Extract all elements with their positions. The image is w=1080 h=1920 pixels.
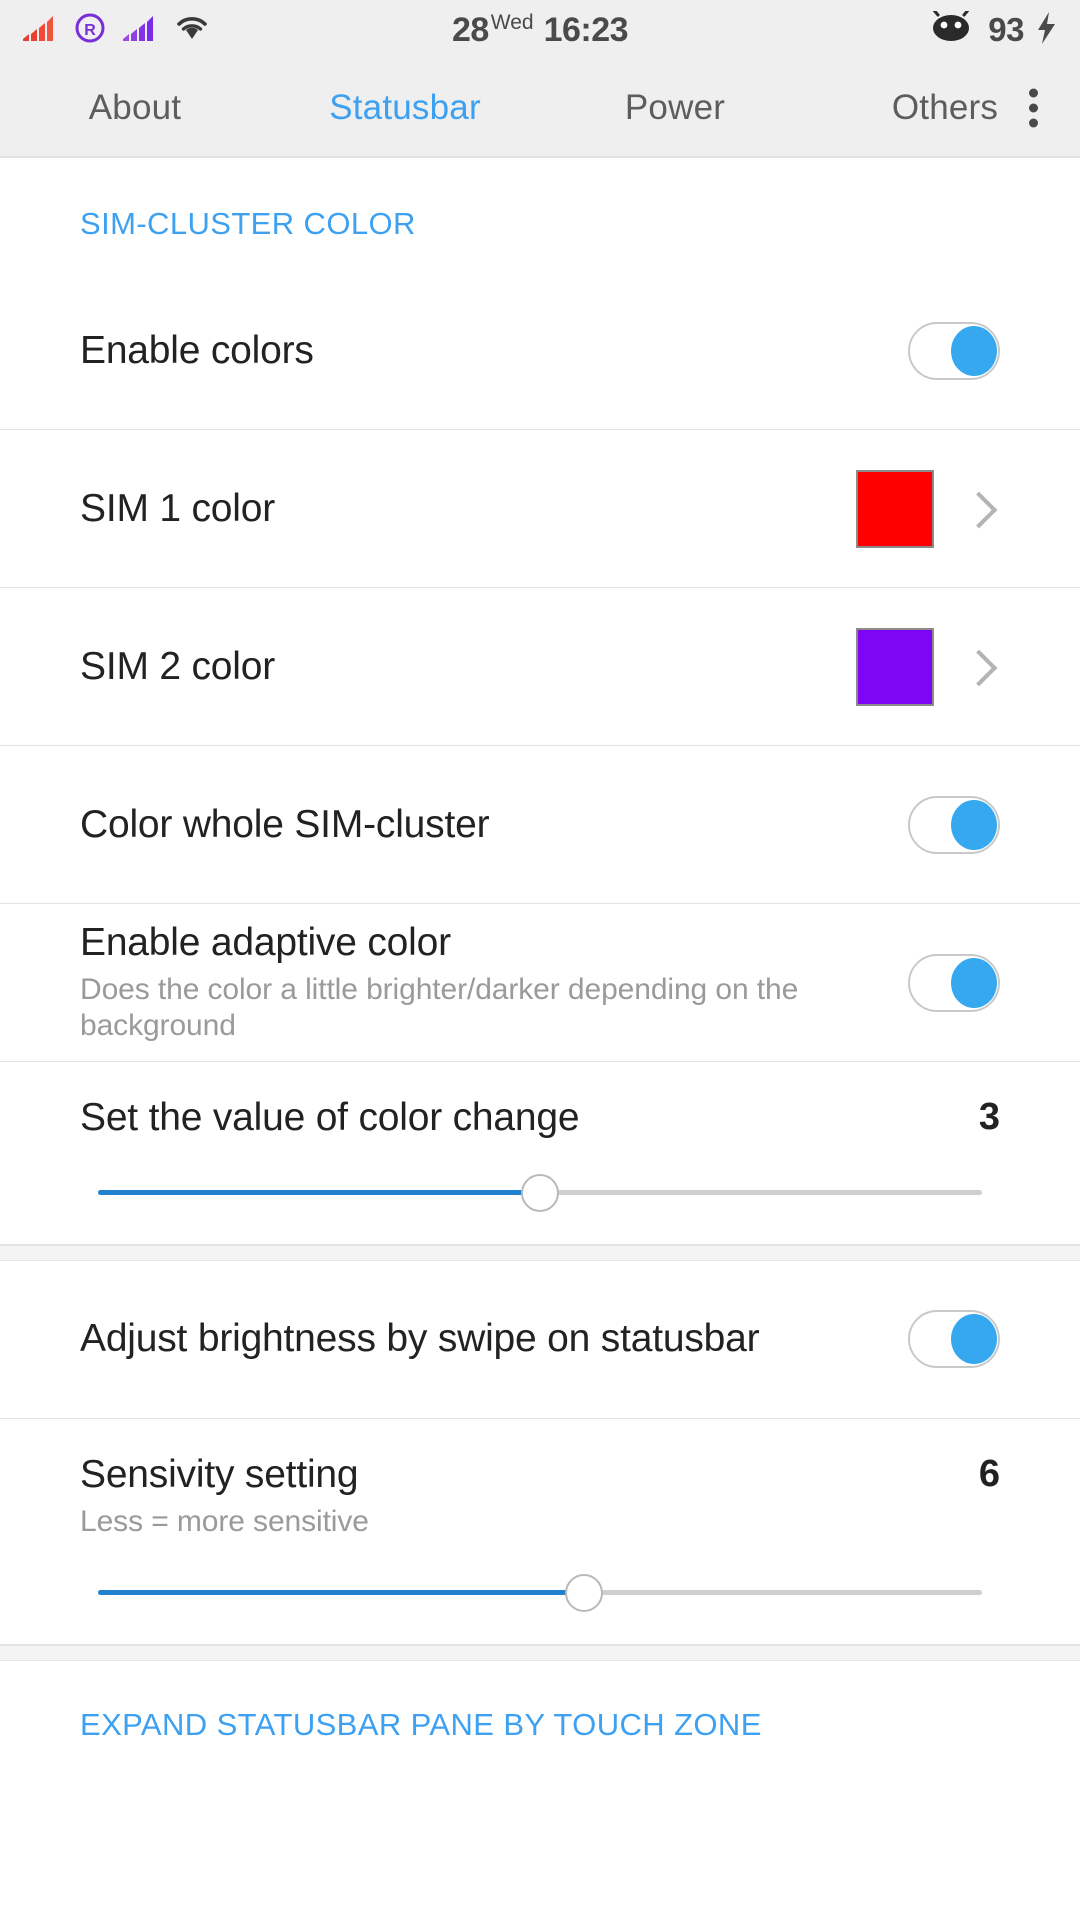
toggle-knob (951, 957, 997, 1008)
row-subtitle: Does the color a little brighter/darker … (80, 973, 799, 1043)
section-header-expand-statusbar-pane: EXPAND STATUSBAR PANE BY TOUCH ZONE (80, 1707, 762, 1743)
toggle-enable-colors[interactable] (908, 321, 1000, 380)
section-header-sim-cluster-color: SIM-CLUSTER COLOR (80, 206, 416, 241)
toggle-color-whole-sim-cluster[interactable] (908, 795, 1000, 854)
row-labels: Enable adaptive color Does the color a l… (80, 921, 908, 1045)
slider-header: Set the value of color change 3 (80, 1096, 1000, 1140)
row-sensivity-setting[interactable]: Sensivity setting Less = more sensitive … (0, 1419, 1080, 1646)
tab-statusbar[interactable]: Statusbar (270, 88, 540, 128)
slider-header: Sensivity setting Less = more sensitive … (80, 1453, 1000, 1541)
color-swatch-sim-1[interactable] (856, 469, 934, 548)
slider-fill (98, 1590, 585, 1596)
row-title: Set the value of color change (80, 1096, 580, 1139)
tab-others[interactable]: Others (810, 88, 1080, 128)
slider-value: 6 (978, 1452, 1000, 1495)
row-labels: Color whole SIM-cluster (80, 803, 908, 847)
statusbar-date: 28 (451, 10, 489, 49)
row-labels: SIM 2 color (80, 645, 856, 689)
toggle-knob (951, 799, 997, 850)
row-title: Enable colors (80, 328, 314, 372)
toggle-enable-adaptive-color[interactable] (908, 953, 1000, 1012)
statusbar-time: 16:23 (543, 10, 629, 49)
settings-content: SIM-CLUSTER COLOR Enable colors SIM 1 co… (0, 158, 1080, 1744)
tab-about[interactable]: About (0, 88, 270, 128)
tab-power[interactable]: Power (540, 88, 810, 128)
slider-value: 3 (978, 1096, 1000, 1138)
slider-sensivity[interactable] (80, 1574, 1000, 1613)
row-labels: Adjust brightness by swipe on statusbar (80, 1317, 908, 1361)
row-color-whole-sim-cluster[interactable]: Color whole SIM-cluster (0, 746, 1080, 904)
system-statusbar: R 28 Wed 16:23 93 (0, 0, 1080, 60)
row-labels: Sensivity setting Less = more sensitive (80, 1453, 369, 1541)
row-set-value-of-color-change[interactable]: Set the value of color change 3 (0, 1062, 1080, 1245)
roaming-r-icon: R (74, 12, 106, 49)
section-divider (0, 1244, 1080, 1261)
color-swatch-sim-2[interactable] (856, 627, 934, 706)
row-title: SIM 2 color (80, 644, 276, 688)
statusbar-day-of-week: Wed (490, 10, 534, 34)
slider-color-change[interactable] (80, 1173, 1000, 1212)
row-adjust-brightness-by-swipe[interactable]: Adjust brightness by swipe on statusbar (0, 1261, 1080, 1419)
row-labels: SIM 1 color (80, 487, 856, 531)
statusbar-left-icons: R (22, 12, 210, 49)
row-enable-adaptive-color[interactable]: Enable adaptive color Does the color a l… (0, 904, 1080, 1062)
row-labels: Enable colors (80, 329, 908, 373)
toggle-adjust-brightness-by-swipe[interactable] (908, 1310, 1000, 1369)
slider-thumb[interactable] (521, 1173, 559, 1212)
android-head-icon (926, 7, 976, 50)
row-title: Color whole SIM-cluster (80, 802, 490, 846)
row-title: Adjust brightness by swipe on statusbar (80, 1317, 760, 1361)
overflow-menu-icon[interactable] (1029, 88, 1038, 128)
row-enable-colors[interactable]: Enable colors (0, 272, 1080, 430)
slider-fill (98, 1189, 540, 1195)
row-title: SIM 1 color (80, 486, 276, 530)
slider-thumb[interactable] (565, 1574, 604, 1613)
row-sim-1-color[interactable]: SIM 1 color (0, 430, 1080, 588)
toggle-knob (951, 325, 997, 376)
row-title: Enable adaptive color (80, 920, 451, 964)
toggle-knob (951, 1314, 997, 1365)
svg-text:R: R (84, 22, 96, 39)
section-divider (0, 1645, 1080, 1662)
charging-bolt-icon (1036, 11, 1058, 50)
signal-bars-purple-icon (122, 13, 158, 48)
chevron-right-icon (960, 647, 1000, 687)
chevron-right-icon (960, 489, 1000, 529)
row-subtitle: Less = more sensitive (80, 1505, 369, 1539)
tab-bar: About Statusbar Power Others (0, 60, 1080, 158)
row-sim-2-color[interactable]: SIM 2 color (0, 588, 1080, 746)
signal-bars-red-icon (22, 13, 58, 48)
wifi-icon (174, 13, 210, 48)
statusbar-right-icons: 93 (926, 7, 1058, 50)
statusbar-battery-level: 93 (988, 11, 1024, 48)
row-title: Sensivity setting (80, 1452, 359, 1496)
